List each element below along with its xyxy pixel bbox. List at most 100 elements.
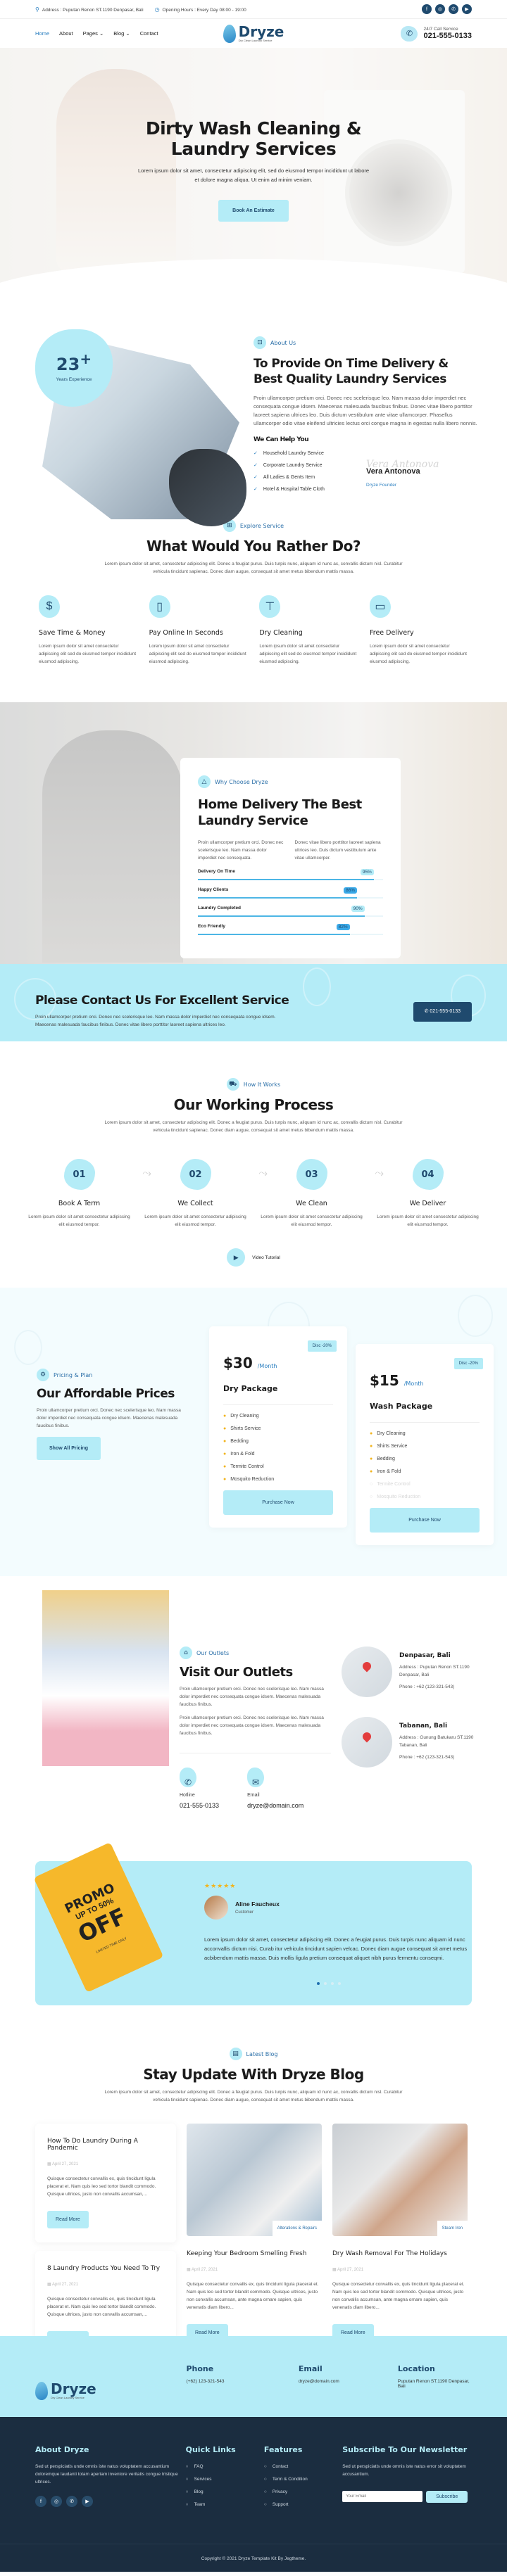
progress-bars: Delivery On Time 95% Happy Clients 86% Laund…	[198, 869, 383, 935]
blog-post-title[interactable]: Dry Wash Removal For The Holidays	[332, 2250, 468, 2257]
slider-dot[interactable]	[331, 1982, 334, 1985]
logo-drop-icon	[35, 2381, 48, 2400]
outlets-section: ⌂ Our Outlets Visit Our Outlets Proin ull…	[0, 1576, 507, 1809]
plan-features: Dry Cleaning Shirts Service Bedding Iron & …	[223, 1414, 333, 1482]
footer-quick-links: Quick Links FAQ Services Blog Team	[186, 2445, 264, 2515]
call-service: ✆ 24/7 Call Service 021-555-0133	[331, 25, 472, 42]
video-tutorial-link[interactable]: ▶ Video Tutorial	[28, 1248, 479, 1267]
blog-post-title[interactable]: 8 Laundry Products You Need To Try	[47, 2265, 164, 2272]
instagram-icon[interactable]: ◎	[51, 2496, 62, 2507]
plan-feature: Mosquito Reduction	[370, 1495, 480, 1499]
plan-feature: Dry Cleaning	[223, 1414, 333, 1419]
blog-category[interactable]: Steam Iron	[437, 2221, 468, 2236]
hours-info: ◷ Opening Hours : Every Day 08:00 - 19:00	[154, 6, 246, 13]
outlet-item: Denpasar, Bali Address : Puputan Renon ST…	[342, 1647, 482, 1697]
chevron-down-icon: ⌄	[99, 30, 104, 37]
mail-icon: ✉	[247, 1768, 265, 1787]
plan-price: $15 /Month	[370, 1372, 424, 1389]
progress-label: Delivery On Time	[198, 869, 235, 874]
process-text: Lorem ipsum dolor sit amet, consectetur …	[104, 1120, 403, 1133]
reviewer-name: Aline Faucheux	[235, 1901, 280, 1908]
purchase-now-button[interactable]: Purchase Now	[223, 1490, 333, 1515]
about-title: To Provide On Time Delivery & Best Quali…	[254, 357, 449, 386]
nav-blog[interactable]: Blog ⌄	[113, 30, 130, 37]
calendar-icon: ▦	[47, 2162, 53, 2166]
footer-link[interactable]: FAQ	[186, 2464, 264, 2469]
hotline-number[interactable]: 021-555-0133	[180, 1802, 219, 1809]
shirt-tag-icon: ⊡	[254, 336, 266, 349]
slider-dot[interactable]	[317, 1982, 320, 1985]
service-card: ⊤ Dry Cleaning Lorem ipsum dolor sit amet …	[259, 595, 358, 666]
progress-fill	[198, 897, 358, 899]
blog-title: Stay Update With Dryze Blog	[143, 2066, 364, 2083]
footer-email: Email dryze@domain.com	[298, 2364, 339, 2384]
outlets-title: Visit Our Outlets	[180, 1665, 293, 1680]
footer-link[interactable]: Support	[264, 2502, 342, 2507]
newsletter-email-input[interactable]	[342, 2491, 423, 2502]
subscribe-button[interactable]: Subscribe	[426, 2491, 468, 2503]
nav-home[interactable]: Home	[35, 30, 49, 37]
facebook-icon[interactable]: f	[35, 2496, 46, 2507]
blog-post-title[interactable]: Keeping Your Bedroom Smelling Fresh	[187, 2250, 322, 2257]
founder-signature: Vera Antonova Vera Antonova Dryze Founde…	[366, 459, 439, 488]
process-step: 02 ⤳ We Collect Lorem ipsum dolor sit amet …	[144, 1159, 268, 1229]
map-thumbnail[interactable]	[342, 1647, 392, 1697]
blog-category[interactable]: Alterations & Repairs	[272, 2221, 322, 2236]
pricing-text: Proin ullamcorper pretium orci. Donec ne…	[37, 1408, 181, 1428]
play-icon[interactable]: ▶	[227, 1248, 246, 1267]
pricing-icon: ⚙	[37, 1369, 49, 1381]
purchase-now-button[interactable]: Purchase Now	[370, 1508, 480, 1533]
services-title: What Would You Rather Do?	[146, 538, 361, 554]
youtube-icon[interactable]: ▶	[462, 4, 472, 14]
plan-feature: Mosquito Reduction	[223, 1477, 333, 1482]
phone-icon: ✆	[401, 25, 418, 42]
blog-post-title[interactable]: How To Do Laundry During A Pandemic	[47, 2138, 164, 2152]
plan-name: Wash Package	[370, 1402, 480, 1423]
why-text-2: Donec vitae libero porttitor laoreet sap…	[294, 840, 381, 861]
blog-image[interactable]: Steam Iron	[332, 2124, 468, 2236]
footer-logo[interactable]: Dryze Dry Clean Laundry Service	[35, 2364, 158, 2417]
section-tag: ▤ Latest Blog	[35, 2048, 472, 2060]
call-number[interactable]: 021-555-0133	[423, 32, 472, 40]
testimonial-section: PROMO UP TO 50% OFF LIMITED TIME ONLY ★★…	[33, 1842, 472, 2005]
progress-fill	[198, 934, 350, 935]
whatsapp-icon[interactable]: ✆	[449, 4, 458, 14]
progress-track: 95%	[198, 869, 383, 880]
process-section: ⛟ How It Works Our Working Process Lorem …	[0, 1041, 507, 1288]
outlets-text-2: Proin ullamcorper pretium orci. Donec ne…	[180, 1715, 324, 1736]
footer-link[interactable]: Blog	[186, 2489, 264, 2494]
footer-link[interactable]: Contact	[264, 2464, 342, 2469]
slider-dot[interactable]	[338, 1982, 341, 1985]
footer-link[interactable]: Team	[186, 2502, 264, 2507]
chevron-down-icon: ⌄	[125, 30, 130, 37]
show-all-pricing-button[interactable]: Show All Pricing	[37, 1437, 101, 1460]
progress-value: 82%	[336, 924, 350, 930]
blog-section: ▤ Latest Blog Stay Update With Dryze Blog…	[0, 2005, 507, 2349]
whatsapp-icon[interactable]: ✆	[66, 2496, 77, 2507]
book-estimate-button[interactable]: Book An Estimate	[218, 200, 289, 222]
progress-track: 90%	[198, 906, 383, 917]
footer-link[interactable]: Term & Condition	[264, 2477, 342, 2482]
youtube-icon[interactable]: ▶	[82, 2496, 93, 2507]
plan-feature: Bedding	[370, 1457, 480, 1461]
footer-link[interactable]: Privacy	[264, 2489, 342, 2494]
progress-track: 86%	[198, 887, 383, 899]
footer-link[interactable]: Services	[186, 2477, 264, 2482]
footer-about: About Dryze Sed ut perspiciatis unde omn…	[35, 2445, 186, 2515]
discount-badge: Disc -20%	[307, 1340, 337, 1352]
slider-dot[interactable]	[324, 1982, 327, 1985]
email-link[interactable]: dryze@domain.com	[247, 1802, 303, 1809]
nav-pages[interactable]: Pages ⌄	[83, 30, 104, 37]
instagram-icon[interactable]: ◎	[435, 4, 445, 14]
logo[interactable]: Dryze Dry Clean Laundry Service	[223, 24, 284, 43]
store-icon: ⌂	[180, 1647, 192, 1659]
map-thumbnail[interactable]	[342, 1717, 392, 1768]
read-more-button[interactable]: Read More	[47, 2211, 89, 2228]
section-tag: ⊞ Explore Service	[39, 519, 468, 532]
nav-contact[interactable]: Contact	[140, 30, 158, 37]
call-button[interactable]: ✆ 021-555-0133	[413, 1002, 472, 1022]
blog-image[interactable]: Alterations & Repairs	[187, 2124, 322, 2236]
nav-about[interactable]: About	[59, 30, 73, 37]
facebook-icon[interactable]: f	[422, 4, 432, 14]
process-step: 04 We Deliver Lorem ipsum dolor sit amet c…	[377, 1159, 479, 1229]
